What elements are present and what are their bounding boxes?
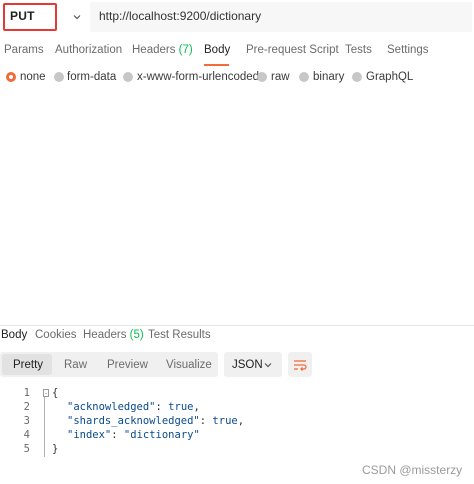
radio-form-data[interactable] xyxy=(54,72,64,82)
line-number: 1 xyxy=(23,387,30,399)
chevron-down-icon[interactable] xyxy=(72,12,82,22)
code-line: } xyxy=(52,443,59,455)
fold-guide xyxy=(44,391,51,457)
line-number: 4 xyxy=(23,429,30,441)
active-tab-indicator xyxy=(204,64,229,66)
tab-settings[interactable]: Settings xyxy=(387,44,429,56)
method-label: PUT xyxy=(10,9,35,23)
url-input[interactable]: http://localhost:9200/dictionary xyxy=(99,9,261,23)
response-tab-headers[interactable]: Headers (5) xyxy=(83,329,144,341)
response-tab-test-results[interactable]: Test Results xyxy=(148,329,211,341)
code-line: "acknowledged": true, xyxy=(67,401,200,413)
radio-none-label[interactable]: none xyxy=(20,71,46,83)
response-headers-count: (5) xyxy=(129,329,144,341)
chevron-down-icon xyxy=(264,363,272,368)
view-pretty-button[interactable]: Pretty xyxy=(13,359,43,371)
view-preview-button[interactable]: Preview xyxy=(107,359,148,371)
radio-binary[interactable] xyxy=(299,72,309,82)
tab-headers[interactable]: Headers (7) xyxy=(132,44,193,56)
tab-params[interactable]: Params xyxy=(4,44,44,56)
tab-authorization[interactable]: Authorization xyxy=(55,44,122,56)
radio-none[interactable] xyxy=(6,72,16,82)
radio-binary-label[interactable]: binary xyxy=(313,71,344,83)
tab-pre-request-script[interactable]: Pre-request Script xyxy=(246,44,339,56)
code-line: { xyxy=(52,387,59,399)
radio-x-www-form-urlencoded[interactable] xyxy=(123,72,133,82)
radio-x-www-form-urlencoded-label[interactable]: x-www-form-urlencoded xyxy=(137,71,259,83)
line-number: 2 xyxy=(23,401,30,413)
section-divider xyxy=(0,325,474,326)
wrap-lines-icon xyxy=(294,360,307,371)
line-number: 3 xyxy=(23,415,30,427)
response-tab-cookies[interactable]: Cookies xyxy=(35,329,77,341)
radio-graphql[interactable] xyxy=(352,72,362,82)
response-tab-body[interactable]: Body xyxy=(1,329,27,341)
code-line: "shards_acknowledged": true, xyxy=(67,415,245,427)
radio-form-data-label[interactable]: form-data xyxy=(67,71,116,83)
watermark: CSDN @missterzy xyxy=(362,463,463,477)
format-select-label: JSON xyxy=(232,359,263,371)
view-visualize-button[interactable]: Visualize xyxy=(166,359,212,371)
radio-raw[interactable] xyxy=(257,72,267,82)
headers-count: (7) xyxy=(178,44,193,56)
tab-body[interactable]: Body xyxy=(204,44,230,56)
radio-graphql-label[interactable]: GraphQL xyxy=(366,71,413,83)
tab-tests[interactable]: Tests xyxy=(345,44,372,56)
line-number: 5 xyxy=(23,443,30,455)
view-raw-button[interactable]: Raw xyxy=(64,359,87,371)
code-line: "index": "dictionary" xyxy=(67,429,200,441)
fold-toggle-icon[interactable]: - xyxy=(43,389,49,397)
radio-raw-label[interactable]: raw xyxy=(271,71,290,83)
